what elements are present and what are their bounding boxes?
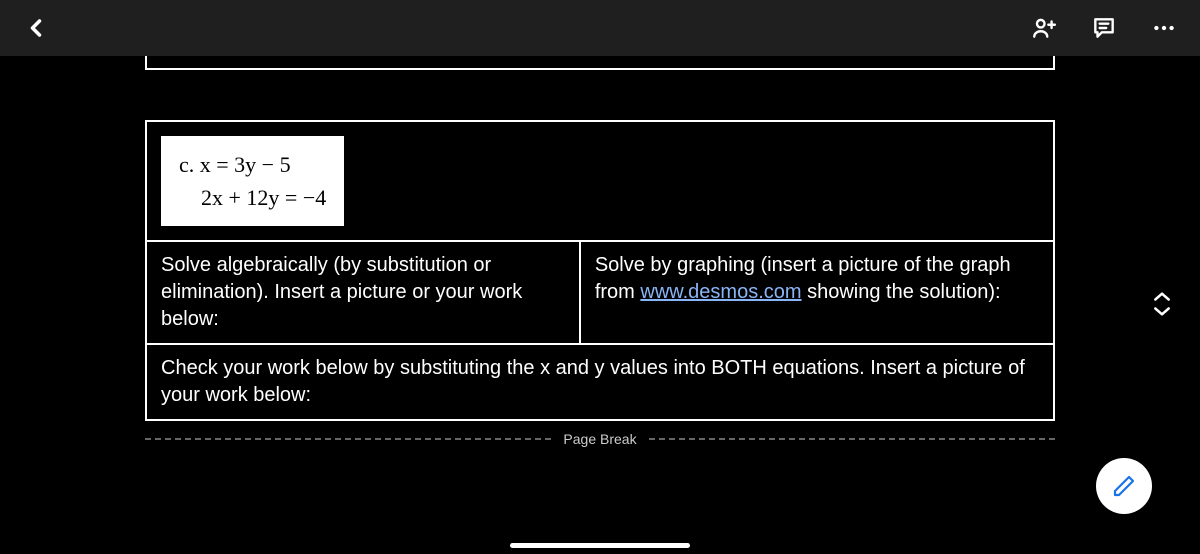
chevron-up-icon — [1152, 290, 1172, 304]
top-toolbar — [0, 0, 1200, 56]
page-break: Page Break — [145, 431, 1055, 447]
algebraic-cell: Solve algebraically (by substitution or … — [147, 242, 581, 343]
scroll-updown-button[interactable] — [1152, 290, 1172, 318]
page-break-dash-left — [145, 438, 551, 440]
chevron-down-icon — [1152, 304, 1172, 318]
comment-icon — [1091, 15, 1117, 41]
chevron-left-icon — [22, 14, 50, 42]
equation-2: 2x + 12y = −4 — [179, 181, 326, 214]
algebraic-text: Solve algebraically (by substitution or … — [161, 254, 522, 330]
previous-element-fragment — [145, 56, 1055, 70]
back-button[interactable] — [16, 8, 56, 48]
page-break-dash-right — [649, 438, 1055, 440]
desmos-link[interactable]: www.desmos.com — [640, 281, 801, 303]
comments-button[interactable] — [1084, 8, 1124, 48]
check-text: Check your work below by substituting th… — [161, 357, 1025, 406]
equations-row: c. x = 3y − 5 2x + 12y = −4 — [147, 122, 1053, 242]
document-canvas[interactable]: c. x = 3y − 5 2x + 12y = −4 Solve algebr… — [0, 56, 1200, 554]
share-button[interactable] — [1024, 8, 1064, 48]
person-add-icon — [1031, 15, 1057, 41]
more-button[interactable] — [1144, 8, 1184, 48]
page-break-label: Page Break — [551, 431, 648, 447]
graph-text-post: showing the solution): — [802, 281, 1001, 303]
equation-1: c. x = 3y − 5 — [179, 148, 326, 181]
toolbar-left-group — [16, 8, 56, 48]
more-horizontal-icon — [1151, 15, 1177, 41]
toolbar-right-group — [1024, 8, 1184, 48]
home-indicator — [510, 543, 690, 548]
graphing-cell: Solve by graphing (insert a picture of t… — [581, 242, 1053, 343]
check-row: Check your work below by substituting th… — [147, 345, 1053, 419]
pencil-icon — [1112, 474, 1136, 498]
edit-fab[interactable] — [1096, 458, 1152, 514]
solve-row: Solve algebraically (by substitution or … — [147, 242, 1053, 345]
math-equations-box: c. x = 3y − 5 2x + 12y = −4 — [161, 136, 344, 226]
problem-table: c. x = 3y − 5 2x + 12y = −4 Solve algebr… — [145, 120, 1055, 421]
